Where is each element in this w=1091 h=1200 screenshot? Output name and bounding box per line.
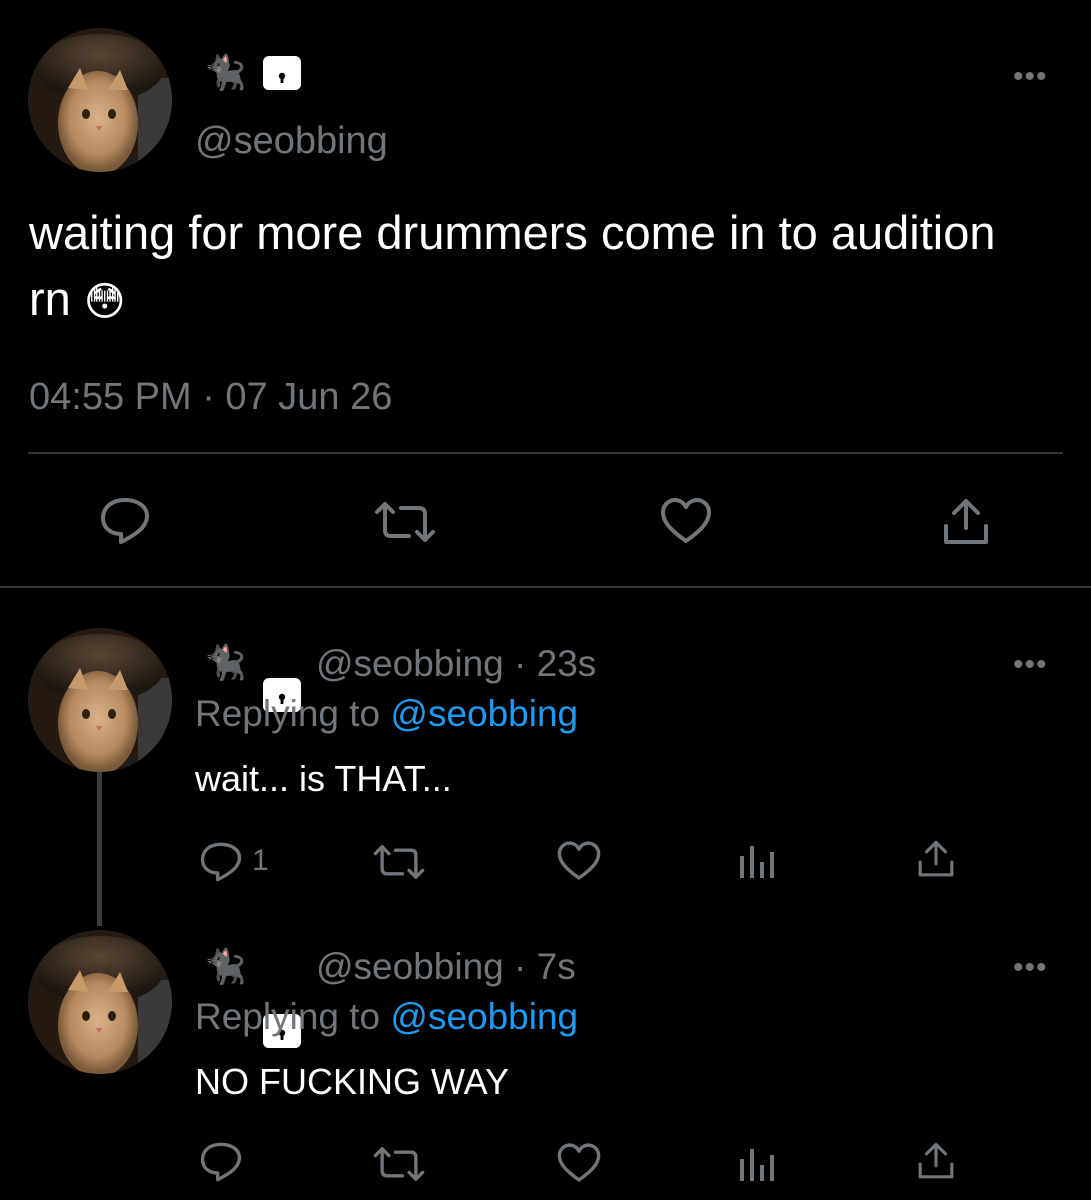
reply-meta: @seobbing · 7s xyxy=(316,946,576,988)
reply-icon[interactable] xyxy=(99,496,151,546)
replying-handle-link[interactable]: @seobbing xyxy=(390,693,578,734)
share-icon[interactable] xyxy=(942,498,990,546)
like-icon[interactable] xyxy=(659,497,713,545)
more-icon[interactable]: ••• xyxy=(1013,650,1048,680)
retweet-icon[interactable] xyxy=(372,843,426,881)
timestamp: 04:55 PM · 07 Jun 26 xyxy=(29,376,393,418)
flushed-emoji: 😳 xyxy=(83,280,126,324)
reply-icon[interactable] xyxy=(199,841,243,883)
analytics-icon[interactable] xyxy=(738,842,776,880)
lock-icon xyxy=(263,56,301,90)
time: · 23s xyxy=(514,643,597,684)
reply-count: 1 xyxy=(252,844,269,877)
replying-handle-link[interactable]: @seobbing xyxy=(390,996,578,1037)
divider xyxy=(0,586,1091,588)
reply-meta: @seobbing · 23s xyxy=(316,643,596,685)
thread-line xyxy=(97,772,102,926)
replying-to: Replying to @seobbing xyxy=(195,996,579,1037)
like-icon[interactable] xyxy=(556,1142,602,1184)
share-icon[interactable] xyxy=(917,1141,955,1181)
handle[interactable]: @seobbing xyxy=(316,643,504,684)
avatar[interactable] xyxy=(28,628,172,772)
divider xyxy=(28,452,1063,454)
retweet-icon[interactable] xyxy=(373,500,437,544)
tweet-text: waiting for more drummers come in to aud… xyxy=(29,206,996,325)
handle[interactable]: @seobbing xyxy=(195,120,388,163)
handle[interactable]: @seobbing xyxy=(316,946,504,987)
analytics-icon[interactable] xyxy=(738,1145,776,1183)
more-icon[interactable]: ••• xyxy=(1013,953,1048,983)
replying-to: Replying to @seobbing xyxy=(195,693,579,734)
avatar[interactable] xyxy=(28,930,172,1074)
reply-text: NO FUCKING WAY xyxy=(195,1061,509,1102)
display-name-emoji: 🐈‍⬛ xyxy=(204,948,247,986)
more-icon[interactable]: ••• xyxy=(1013,62,1048,92)
display-name-emoji: 🐈‍⬛ xyxy=(204,54,247,92)
time: · 7s xyxy=(514,946,576,987)
like-icon[interactable] xyxy=(556,840,602,882)
retweet-icon[interactable] xyxy=(372,1145,426,1183)
display-name-emoji: 🐈‍⬛ xyxy=(204,644,247,682)
avatar[interactable] xyxy=(28,28,172,172)
reply-icon[interactable] xyxy=(199,1141,243,1183)
reply-text: wait... is THAT... xyxy=(195,758,452,799)
share-icon[interactable] xyxy=(917,839,955,879)
